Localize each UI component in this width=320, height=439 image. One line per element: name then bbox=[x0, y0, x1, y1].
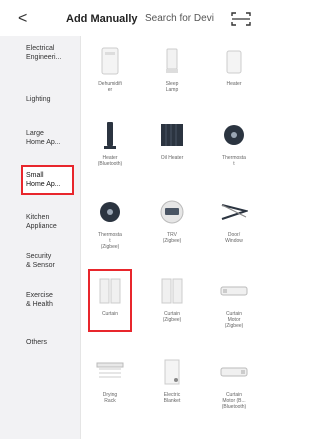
sidebar-item-label: Lighting bbox=[26, 96, 51, 103]
thermostat-icon bbox=[219, 120, 249, 150]
device-oil-heater[interactable]: Oil Heater bbox=[142, 120, 202, 161]
sidebar-item-label: Large bbox=[26, 130, 44, 137]
device-label: Curtain bbox=[101, 311, 119, 317]
device-heater[interactable]: Heater bbox=[204, 46, 264, 87]
device-label: (Bluetooth) bbox=[221, 404, 247, 410]
device-label: (Zigbee) bbox=[162, 317, 182, 323]
device-trv-zigbee[interactable]: TRV (Zigbee) bbox=[142, 197, 202, 244]
tower-heater-icon bbox=[95, 120, 125, 150]
device-label: Blanket bbox=[163, 398, 181, 404]
device-thermostat-zigbee[interactable]: Thermosta t (Zigbee) bbox=[80, 197, 140, 250]
device-label: Oil Heater bbox=[160, 155, 184, 161]
sidebar-item-label: Kitchen bbox=[26, 214, 50, 221]
device-label: (Zigbee) bbox=[162, 238, 182, 244]
curtain-motor-bt-icon bbox=[219, 357, 249, 387]
sidebar-item-exercise-health[interactable]: Exercise & Health bbox=[26, 291, 80, 309]
thermostat-zigbee-icon bbox=[95, 197, 125, 227]
drying-rack-icon bbox=[95, 357, 125, 387]
back-arrow-icon[interactable]: < bbox=[18, 10, 27, 28]
sidebar-item-label: & Sensor bbox=[26, 262, 55, 269]
device-sleep-lamp[interactable]: Sleep Lamp bbox=[142, 46, 202, 93]
device-curtain-motor-zigbee[interactable]: Curtain Motor (Zigbee) bbox=[204, 276, 264, 329]
sidebar-item-label: Electrical bbox=[26, 45, 55, 52]
sidebar-item-lighting[interactable]: Lighting bbox=[26, 95, 80, 104]
sidebar-item-label: Small bbox=[26, 172, 44, 179]
sidebar-item-label: Exercise bbox=[26, 292, 53, 299]
device-label: Window bbox=[225, 238, 243, 244]
device-label: (Zigbee) bbox=[224, 323, 244, 329]
device-dehumidifier[interactable]: Dehumidifi er bbox=[80, 46, 140, 93]
sidebar-item-label: Home Ap... bbox=[26, 139, 61, 146]
trv-icon bbox=[157, 197, 187, 227]
curtain-zigbee-icon bbox=[157, 276, 187, 306]
device-label: (Zigbee) bbox=[100, 244, 120, 250]
curtain-motor-icon bbox=[219, 276, 249, 306]
device-label: t bbox=[233, 161, 235, 167]
device-label: (Bluetooth) bbox=[97, 161, 123, 167]
device-heater-bluetooth[interactable]: Heater (Bluetooth) bbox=[80, 120, 140, 167]
device-label: er bbox=[107, 87, 113, 93]
device-curtain-zigbee[interactable]: Curtain (Zigbee) bbox=[142, 276, 202, 323]
sidebar-item-label: Home Ap... bbox=[26, 181, 61, 188]
sidebar-item-label: Security bbox=[26, 253, 52, 260]
heater-icon bbox=[219, 46, 249, 76]
device-electric-blanket[interactable]: Electric Blanket bbox=[142, 357, 202, 404]
sidebar-item-kitchen-appliance[interactable]: Kitchen Appliance bbox=[26, 213, 80, 231]
oil-heater-icon bbox=[157, 120, 187, 150]
sidebar-item-label: Others bbox=[26, 339, 48, 346]
tab-add-manually[interactable]: Add Manually bbox=[66, 13, 138, 25]
header-bar: < Add Manually Search for Devi bbox=[0, 0, 251, 36]
sidebar-item-electrical-engineering[interactable]: Electrical Engineeri... bbox=[26, 44, 80, 62]
sidebar-item-label: & Health bbox=[26, 301, 53, 308]
sidebar-item-small-home-appliance[interactable]: Small Home Ap... bbox=[26, 171, 80, 189]
window-opener-icon bbox=[219, 197, 249, 227]
sidebar-item-label: Engineeri... bbox=[26, 54, 62, 61]
sidebar-item-others[interactable]: Others bbox=[26, 338, 80, 347]
curtain-icon bbox=[95, 276, 125, 306]
dehumidifier-icon bbox=[95, 46, 125, 76]
device-drying-rack[interactable]: Drying Rack bbox=[80, 357, 140, 404]
sidebar-item-large-home-appliance[interactable]: Large Home Ap... bbox=[26, 129, 80, 147]
sidebar-item-label: Appliance bbox=[26, 223, 57, 230]
tab-search-for-devices[interactable]: Search for Devi bbox=[145, 13, 214, 24]
device-curtain[interactable]: Curtain bbox=[80, 276, 140, 317]
device-door-window[interactable]: Door/Window bbox=[204, 197, 264, 244]
device-thermostat[interactable]: Thermosta t bbox=[204, 120, 264, 167]
scan-icon[interactable] bbox=[231, 12, 251, 26]
lamp-icon bbox=[157, 46, 187, 76]
device-label: Rack bbox=[104, 398, 116, 404]
device-curtain-motor-bluetooth[interactable]: Curtain Motor (B... (Bluetooth) bbox=[204, 357, 264, 410]
electric-blanket-icon bbox=[157, 357, 187, 387]
device-label: Lamp bbox=[165, 87, 179, 93]
device-label: Heater bbox=[226, 81, 242, 87]
sidebar-item-security-sensor[interactable]: Security & Sensor bbox=[26, 252, 80, 270]
